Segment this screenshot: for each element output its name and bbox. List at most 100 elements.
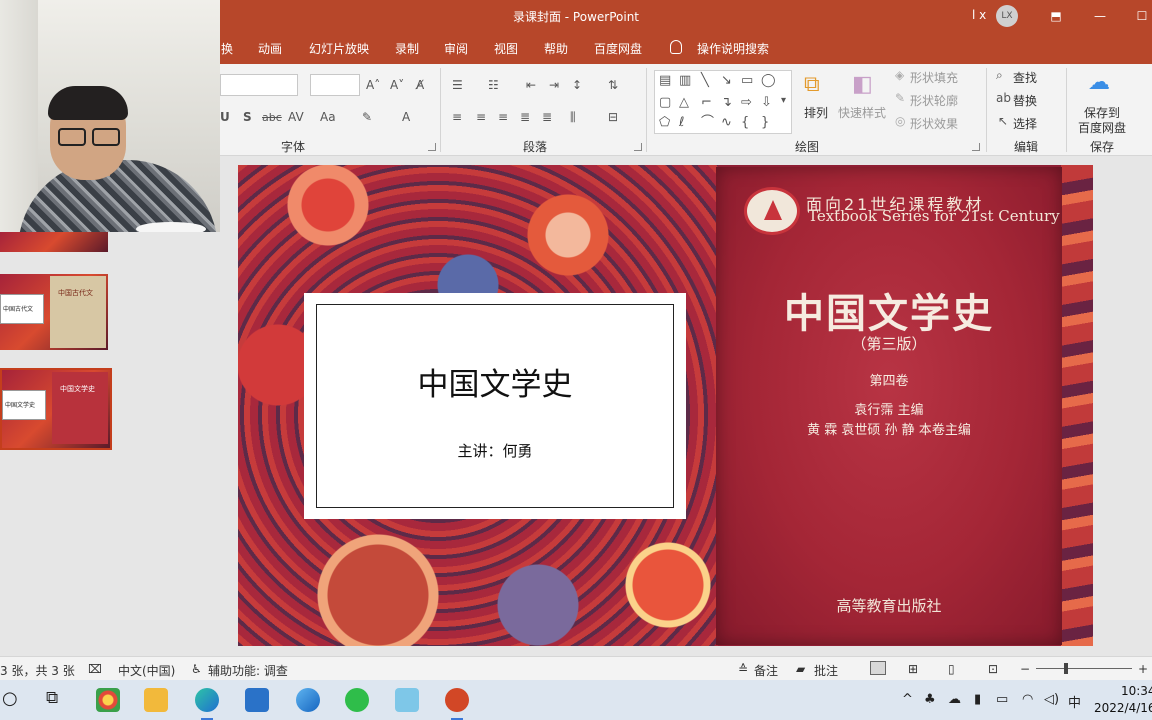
powerpoint-icon[interactable] [445,688,469,720]
mail-icon[interactable] [245,688,269,712]
normal-view-button[interactable] [870,661,886,675]
pentagon-shape-icon[interactable]: ⬠ [659,115,670,131]
user-avatar[interactable]: LX [996,5,1018,27]
tab-view[interactable]: 视图 [494,40,518,57]
quick-styles-button[interactable]: 快速样式 [838,104,886,121]
tab-review[interactable]: 审阅 [444,40,468,57]
justify-icon[interactable]: ≣ [520,110,530,124]
tab-record[interactable]: 录制 [395,40,419,57]
zoom-out-button[interactable]: − [1020,662,1030,676]
slide-title[interactable]: 中国文学史 [304,359,686,404]
rounded-rect-shape-icon[interactable]: ▢ [659,95,671,111]
rectangle-shape-icon[interactable]: ▭ [741,73,753,89]
align-text-icon[interactable]: ⊟ [608,110,618,124]
wave-shape-icon[interactable]: ∿ [721,115,732,131]
maximize-icon[interactable]: ☐ [1132,6,1152,26]
font-name-box[interactable] [220,74,298,96]
decrease-indent-icon[interactable]: ⇤ [526,78,536,92]
right-brace-shape-icon[interactable]: } [761,115,769,131]
left-brace-shape-icon[interactable]: { [741,115,749,131]
strikethrough-button[interactable]: abc [262,111,282,124]
user-name[interactable]: l x [972,8,986,22]
slide-canvas[interactable]: 中国文学史 主讲：何勇 面向21世纪课程教材 Textbook Series f… [238,165,1093,646]
chrome-icon[interactable] [96,688,120,712]
comments-button[interactable]: 批注 [814,662,838,679]
system-clock[interactable]: 10:34 2022/4/16 [1094,683,1152,717]
tab-baidu-netdisk[interactable]: 百度网盘 [594,40,642,57]
shadow-button[interactable]: S [243,110,252,124]
baidu-cloud-icon[interactable]: ☁ [1088,70,1110,95]
text-direction-icon[interactable]: ⇅ [608,78,618,92]
microphone-icon[interactable]: ▮ [974,692,981,707]
right-arrow-shape-icon[interactable]: ⇨ [741,95,752,111]
tell-me-search[interactable]: 操作说明搜索 [697,40,769,57]
onedrive-icon[interactable]: ☁ [948,692,961,707]
edge-icon[interactable] [195,688,219,720]
book-cover-image[interactable]: 面向21世纪课程教材 Textbook Series for 21st Cent… [716,167,1062,645]
paragraph-dialog-launcher[interactable] [634,143,642,151]
zoom-in-button[interactable]: + [1138,662,1148,676]
align-center-icon[interactable]: ≡ [476,110,486,124]
save-to-baidu-line2[interactable]: 百度网盘 [1078,119,1126,136]
gallery-more-icon[interactable]: ▾ [781,93,786,109]
bullets-icon[interactable]: ☰ [452,78,463,92]
vertical-textbox-shape-icon[interactable]: ▥ [679,73,691,89]
arc-shape-icon[interactable]: ⌒ [701,115,714,131]
triangle-shape-icon[interactable]: △ [679,95,689,111]
arrange-icon[interactable]: ⧉ [804,72,820,97]
qq-icon[interactable]: ♣ [924,692,936,707]
zoom-slider-thumb[interactable] [1064,663,1068,674]
font-grow-icon[interactable]: A˄ [366,78,380,92]
shape-fill-button[interactable]: 形状填充 [910,69,958,86]
shape-effects-button[interactable]: 形状效果 [910,115,958,132]
wifi-icon[interactable]: ◠ [1022,692,1033,707]
reading-view-icon[interactable]: ▯ [948,662,955,676]
font-size-box[interactable] [310,74,360,96]
change-case-button[interactable]: Aa [320,110,336,124]
font-shrink-icon[interactable]: A˅ [390,78,404,92]
increase-indent-icon[interactable]: ⇥ [549,78,559,92]
slide-thumbnail-3[interactable]: 中国文学史 中国文学史 [0,368,112,450]
elbow-connector-shape-icon[interactable]: ⌐ [701,95,712,111]
oval-shape-icon[interactable]: ◯ [761,73,776,89]
ribbon-display-icon[interactable]: ⬒ [1046,6,1066,26]
arrow-line-shape-icon[interactable]: ↘ [721,73,732,89]
underline-button[interactable]: U [220,110,230,124]
slideshow-icon[interactable]: ⊡ [988,662,998,676]
slide-sorter-icon[interactable]: ⊞ [908,662,918,676]
font-dialog-launcher[interactable] [428,143,436,151]
zoom-slider-track[interactable] [1036,668,1132,669]
textbox-shape-icon[interactable]: ▤ [659,73,671,89]
distribute-icon[interactable]: ≣ [542,110,552,124]
freeform-shape-icon[interactable]: ℓ [679,115,684,131]
tab-transitions[interactable]: 换 [221,40,233,57]
line-spacing-icon[interactable]: ↕ [572,78,582,92]
slide-subtitle[interactable]: 主讲：何勇 [304,440,686,461]
align-right-icon[interactable]: ≡ [498,110,508,124]
down-arrow-shape-icon[interactable]: ⇩ [761,95,772,111]
replace-button[interactable]: 替换 [1013,92,1037,109]
tab-animations[interactable]: 动画 [258,40,282,57]
file-explorer-icon[interactable] [144,688,168,712]
highlight-icon[interactable]: ✎ [362,110,372,124]
slide-title-box[interactable]: 中国文学史 主讲：何勇 [304,293,686,519]
minimize-icon[interactable]: — [1090,6,1110,26]
shapes-gallery[interactable]: ▤ ▥ ╲ ↘ ▭ ◯ ▢ △ ⌐ ↴ ⇨ ⇩ ⬠ ℓ ⌒ ∿ { } ▾ [654,70,792,134]
ie-icon[interactable] [296,688,320,712]
elbow-arrow-shape-icon[interactable]: ↴ [721,95,732,111]
arrange-button[interactable]: 排列 [804,104,828,121]
volume-icon[interactable]: ◁) [1044,692,1059,707]
char-spacing-button[interactable]: AV [288,110,304,124]
find-button[interactable]: 查找 [1013,69,1037,86]
language-status[interactable]: 中文(中国) [118,662,175,679]
drawing-dialog-launcher[interactable] [972,143,980,151]
tab-help[interactable]: 帮助 [544,40,568,57]
slide-thumbnail-1[interactable] [0,232,108,252]
shape-outline-button[interactable]: 形状轮廓 [910,92,958,109]
wechat-icon[interactable] [345,688,369,712]
quick-styles-icon[interactable]: ◧ [852,72,873,97]
ime-indicator[interactable]: 中 [1068,692,1081,711]
numbering-icon[interactable]: ☷ [488,78,499,92]
task-view-icon[interactable]: ⧉ [46,688,58,708]
accessibility-status[interactable]: 辅助功能: 调查 [208,662,288,679]
